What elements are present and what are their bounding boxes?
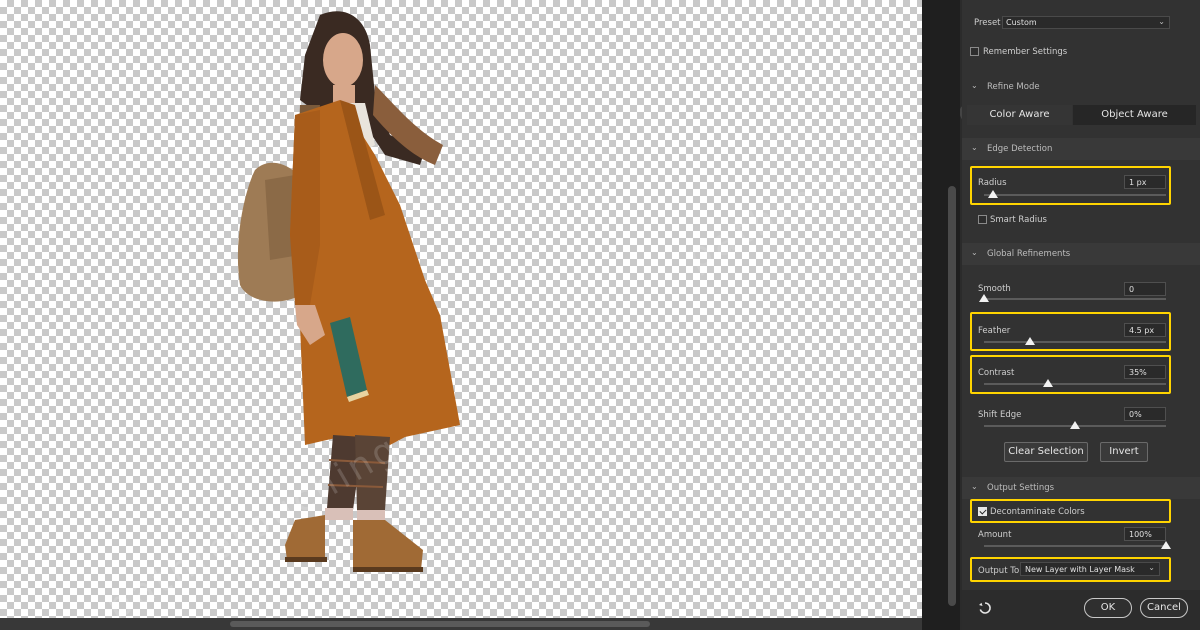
invert-button[interactable]: Invert — [1100, 442, 1148, 462]
decontaminate-colors-checkbox[interactable] — [978, 507, 987, 516]
output-to-label: Output To — [978, 566, 1020, 576]
section-title: Refine Mode — [987, 82, 1040, 92]
contrast-label: Contrast — [978, 368, 1015, 378]
amount-slider-track[interactable] — [984, 545, 1166, 547]
decontaminate-colors-label: Decontaminate Colors — [990, 507, 1085, 517]
radius-label: Radius — [978, 178, 1007, 188]
ok-button[interactable]: OK — [1084, 598, 1132, 618]
document-canvas[interactable]: pathretouching pathretouching — [0, 0, 992, 628]
clear-selection-button[interactable]: Clear Selection — [1004, 442, 1088, 462]
cutout-woman-figure — [237, 11, 460, 572]
section-title: Edge Detection — [987, 144, 1053, 154]
contrast-slider-track[interactable] — [984, 383, 1166, 385]
output-to-dropdown[interactable]: New Layer with Layer Mask ⌄ — [1020, 562, 1160, 576]
section-edge-detection[interactable]: ⌄ Edge Detection — [962, 138, 1200, 160]
smooth-slider-thumb[interactable] — [979, 294, 989, 302]
section-title: Output Settings — [987, 483, 1055, 493]
section-global-refinements[interactable]: ⌄ Global Refinements — [962, 243, 1200, 265]
section-refine-mode[interactable]: ⌄ Refine Mode — [962, 76, 1200, 98]
preset-dropdown[interactable]: Custom ⌄ — [1002, 16, 1170, 29]
shift-edge-input[interactable]: 0% — [1124, 407, 1166, 421]
smart-radius-checkbox[interactable] — [978, 215, 987, 224]
chevron-down-icon: ⌄ — [1158, 17, 1165, 26]
preset-value: Custom — [1006, 18, 1037, 27]
chevron-down-icon: ⌄ — [1148, 563, 1155, 572]
radius-slider-thumb[interactable] — [988, 190, 999, 198]
contrast-slider-thumb[interactable] — [1042, 379, 1053, 387]
section-title: Global Refinements — [987, 249, 1071, 259]
chevron-down-icon: ⌄ — [971, 248, 978, 257]
smooth-input[interactable]: 0 — [1124, 282, 1166, 296]
contrast-input[interactable]: 35% — [1124, 365, 1166, 379]
remember-settings-checkbox[interactable] — [970, 47, 979, 56]
smooth-slider-track[interactable] — [984, 298, 1166, 300]
chevron-down-icon: ⌄ — [971, 81, 978, 90]
output-to-value: New Layer with Layer Mask — [1025, 565, 1135, 574]
chevron-down-icon: ⌄ — [971, 482, 978, 491]
radius-slider-track[interactable] — [984, 194, 1166, 196]
section-output-settings[interactable]: ⌄ Output Settings — [962, 477, 1200, 499]
feather-input[interactable]: 4.5 px — [1124, 323, 1166, 337]
amount-input[interactable]: 100% — [1124, 527, 1166, 541]
remember-settings-label: Remember Settings — [983, 47, 1068, 57]
feather-slider-thumb[interactable] — [1024, 337, 1035, 345]
properties-panel: Preset Custom ⌄ Remember Settings ⌄ Refi… — [962, 0, 1200, 630]
feather-slider-track[interactable] — [984, 341, 1166, 343]
smooth-label: Smooth — [978, 284, 1011, 294]
reset-icon[interactable] — [978, 601, 992, 615]
refine-mode-object-aware[interactable]: Object Aware — [1073, 105, 1196, 125]
preset-label: Preset — [974, 18, 1001, 28]
shift-edge-label: Shift Edge — [978, 410, 1022, 420]
cancel-button[interactable]: Cancel — [1140, 598, 1188, 618]
smart-radius-label: Smart Radius — [990, 215, 1047, 225]
feather-label: Feather — [978, 326, 1011, 336]
chevron-down-icon: ⌄ — [971, 143, 978, 152]
horizontal-scrollbar-thumb[interactable] — [230, 621, 650, 627]
refine-mode-color-aware[interactable]: Color Aware — [967, 105, 1072, 125]
vertical-scrollbar-thumb[interactable] — [948, 186, 956, 606]
radius-input[interactable]: 1 px — [1124, 175, 1166, 189]
amount-slider-thumb[interactable] — [1161, 541, 1171, 549]
amount-label: Amount — [978, 530, 1012, 540]
shift-edge-slider-thumb[interactable] — [1070, 421, 1080, 429]
